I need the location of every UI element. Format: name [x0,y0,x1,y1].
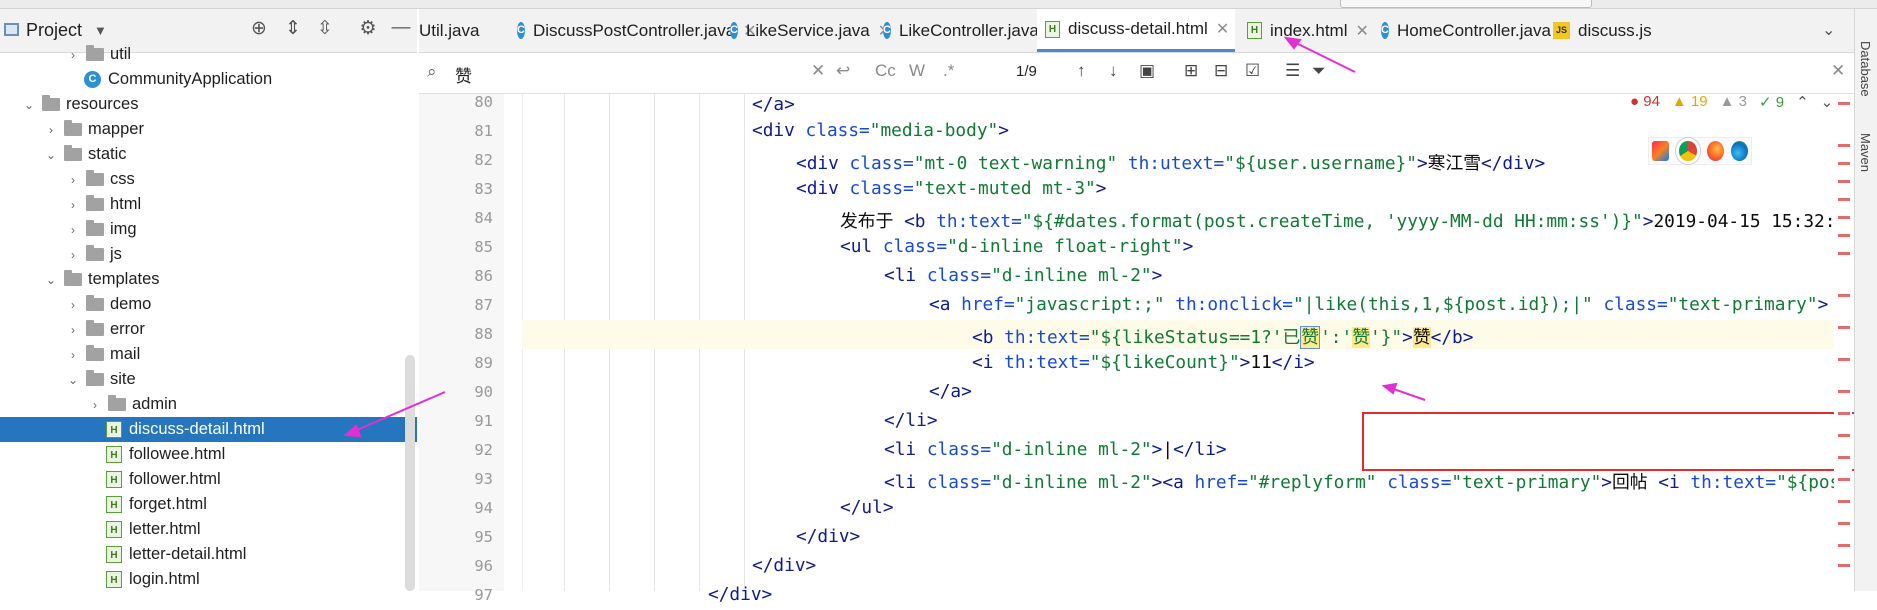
arrow-head-file [343,424,362,438]
arrow-head-box [1381,382,1398,395]
annotation-arrows [343,36,1426,438]
arrow-to-tab [1289,39,1356,73]
arrow-head-tab [1283,36,1302,50]
arrow-to-file [349,391,446,434]
